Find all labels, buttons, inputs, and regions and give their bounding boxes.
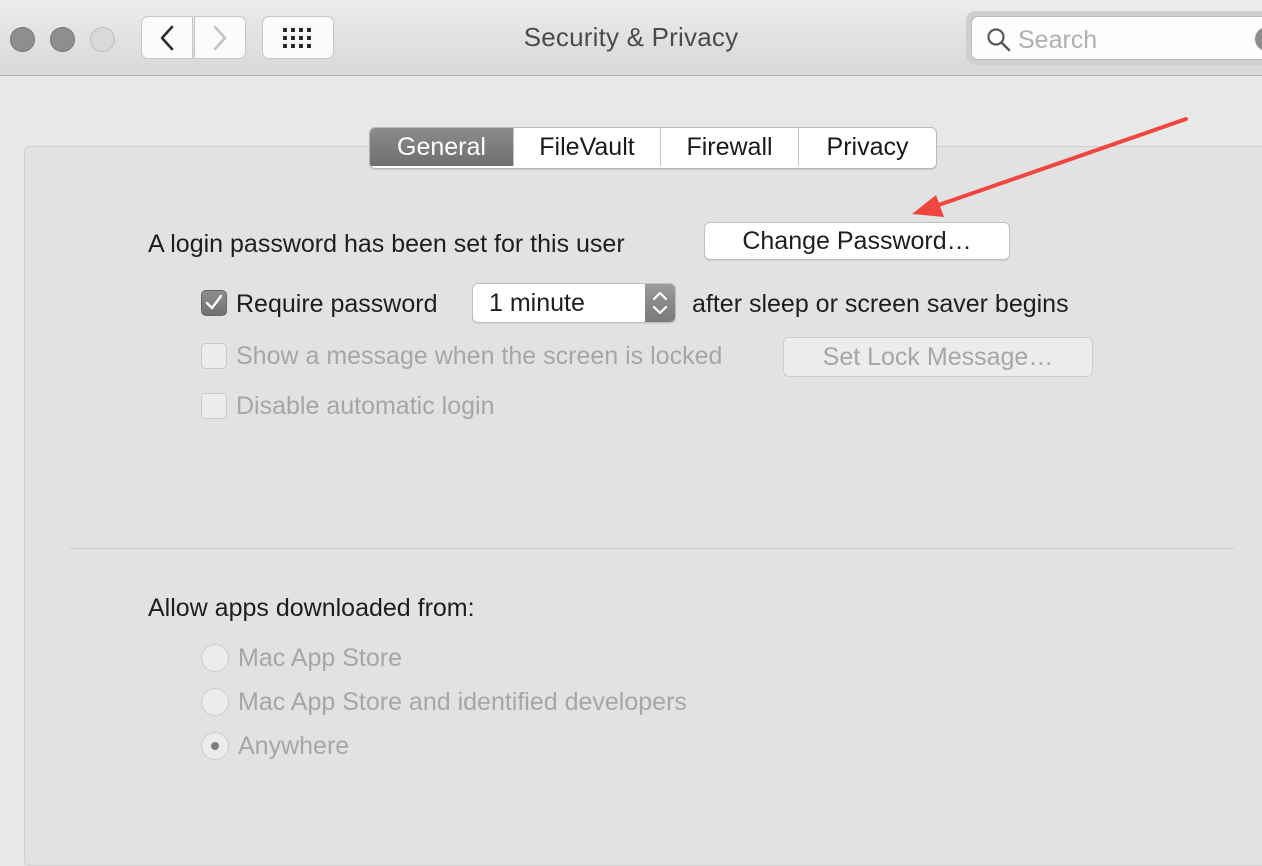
tab-privacy[interactable]: Privacy (798, 128, 936, 166)
show-message-label: Show a message when the screen is locked (236, 342, 723, 370)
radio-label-mac-app-store: Mac App Store (238, 644, 402, 672)
search-container: Search (966, 11, 1262, 65)
after-sleep-text: after sleep or screen saver begins (692, 290, 1069, 318)
radio-label-anywhere: Anywhere (238, 732, 350, 760)
popup-arrows-icon (645, 284, 675, 322)
radio-mac-app-store[interactable] (201, 644, 229, 672)
clear-search-icon[interactable] (1255, 27, 1262, 51)
password-delay-popup[interactable]: 1 minute (472, 283, 676, 323)
section-divider (70, 548, 1234, 549)
require-password-checkbox[interactable] (201, 290, 227, 316)
search-icon (987, 28, 1011, 52)
disable-auto-login-label: Disable automatic login (236, 392, 495, 420)
set-lock-message-button[interactable]: Set Lock Message… (783, 337, 1093, 377)
radio-anywhere[interactable] (201, 732, 229, 760)
checkmark-icon (205, 294, 223, 310)
radio-selected-dot (211, 742, 219, 750)
tab-firewall[interactable]: Firewall (660, 128, 798, 166)
title-bar: Security & Privacy Search (0, 0, 1262, 76)
tab-filevault[interactable]: FileVault (513, 128, 660, 166)
allow-apps-heading: Allow apps downloaded from: (148, 594, 475, 622)
tab-general[interactable]: General (370, 128, 513, 166)
search-placeholder: Search (1018, 26, 1098, 54)
disable-auto-login-checkbox[interactable] (201, 393, 227, 419)
radio-identified-developers[interactable] (201, 688, 229, 716)
login-password-text: A login password has been set for this u… (148, 230, 625, 258)
search-input[interactable]: Search (971, 16, 1262, 60)
show-message-checkbox[interactable] (201, 343, 227, 369)
change-password-button[interactable]: Change Password… (704, 222, 1010, 260)
password-delay-value: 1 minute (489, 289, 585, 317)
radio-label-identified-developers: Mac App Store and identified developers (238, 688, 687, 716)
require-password-label: Require password (236, 290, 438, 318)
tab-bar: General FileVault Firewall Privacy (369, 127, 937, 169)
